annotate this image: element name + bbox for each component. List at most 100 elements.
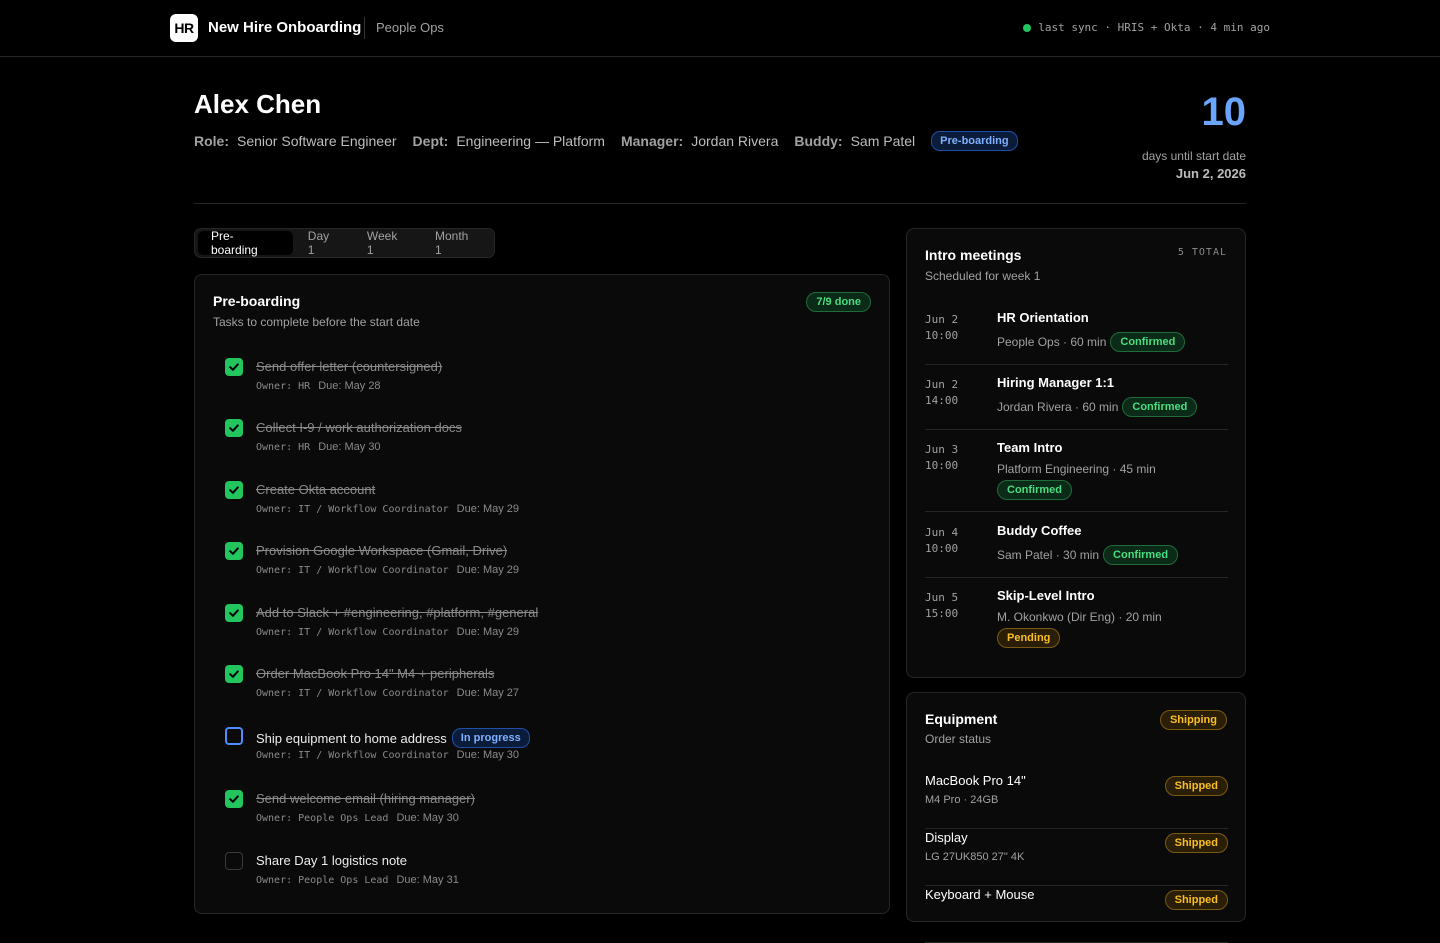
- meeting-when: Jun 2 10:00: [925, 312, 958, 344]
- equipment-item-status: Shipped: [1164, 890, 1228, 910]
- meeting-time: 15:00: [925, 607, 959, 620]
- task-checkbox[interactable]: [225, 419, 243, 437]
- task-due: Due: May 30: [456, 749, 520, 761]
- task-checkbox[interactable]: [225, 790, 243, 808]
- task-owner: Owner: HR: [256, 442, 311, 453]
- hire-status-badge: Pre-boarding: [931, 131, 1018, 151]
- meeting-row[interactable]: Jun 4 10:00 Buddy Coffee Sam Patel · 30 min…: [925, 523, 1228, 578]
- meeting-date: Jun 5: [925, 591, 959, 604]
- meeting-row[interactable]: Jun 3 10:00 Team Intro Confirmed Platform En…: [925, 440, 1228, 512]
- task-title: Create Okta account: [256, 482, 375, 497]
- task-card-title: Pre-boarding: [213, 293, 301, 309]
- task-due: Due: May 29: [456, 564, 520, 576]
- task-title-text: Ship equipment to home address: [256, 730, 447, 746]
- equipment-card: Equipment Order status Shipping MacBook …: [906, 692, 1246, 943]
- meeting-details: Sam Patel · 30 min: [997, 548, 1100, 562]
- phase-tabs: Pre-boarding Day 1 Week 1 Month 1: [194, 228, 495, 258]
- task-title-text: Add to Slack + #engineering, #platform, …: [256, 605, 539, 620]
- task-meta: Owner: IT / Workflow Coordinator Due: May…: [256, 503, 519, 515]
- equipment-row: MacBook Pro 14" M4 Pro · 24GB Shipped: [925, 773, 1228, 829]
- check-icon: [228, 422, 240, 434]
- check-icon: [228, 484, 240, 496]
- countdown-days: 10: [1201, 90, 1247, 134]
- start-date: Jun 2, 2026: [1175, 166, 1246, 181]
- meeting-details: People Ops · 60 min: [997, 335, 1107, 349]
- meeting-status-badge: Confirmed: [1122, 397, 1198, 417]
- task-checkbox[interactable]: [225, 358, 243, 376]
- task-row: Send offer letter (countersigned) Owner: …: [225, 357, 865, 401]
- app-logo[interactable]: HR: [170, 14, 198, 42]
- meetings-title: Intro meetings: [925, 247, 1022, 263]
- task-title-text: Share Day 1 logistics note: [256, 853, 408, 868]
- task-title-text: Collect I-9 / work authorization docs: [256, 420, 462, 435]
- meeting-details: Jordan Rivera · 60 min: [997, 400, 1119, 414]
- task-meta: Owner: HR Due: May 30: [256, 441, 381, 453]
- buddy-label: Buddy:: [794, 133, 843, 149]
- meeting-date: Jun 4: [925, 526, 959, 539]
- meeting-row[interactable]: Jun 2 10:00 HR Orientation People Ops · 60 …: [925, 310, 1228, 365]
- meeting-row[interactable]: Jun 2 14:00 Hiring Manager 1:1 Jordan River…: [925, 375, 1228, 430]
- meeting-status-badge: Pending: [997, 628, 1061, 648]
- task-title: Order MacBook Pro 14" M4 + peripherals: [256, 666, 494, 681]
- task-checkbox[interactable]: [225, 481, 243, 499]
- meetings-card: Intro meetings Scheduled for week 1 5 TO…: [906, 228, 1246, 678]
- meeting-date: Jun 3: [925, 443, 959, 456]
- meeting-details: M. Okonkwo (Dir Eng) · 20 min: [997, 610, 1162, 624]
- manager-value: Jordan Rivera: [691, 133, 779, 149]
- task-owner: Owner: IT / Workflow Coordinator: [256, 504, 449, 515]
- task-meta: Owner: IT / Workflow Coordinator Due: May…: [256, 687, 519, 699]
- task-title-text: Provision Google Workspace (Gmail, Drive…: [256, 543, 508, 558]
- sync-status: last sync · HRIS + Okta · 4 min ago: [1023, 21, 1270, 34]
- tab-month-1[interactable]: Month 1: [422, 229, 491, 257]
- task-checkbox[interactable]: [225, 604, 243, 622]
- meeting-info: M. Okonkwo (Dir Eng) · 20 min: [997, 610, 1162, 624]
- tab-pre-boarding[interactable]: Pre-boarding: [198, 229, 293, 257]
- meeting-status: Pending: [997, 628, 1061, 648]
- meeting-time: 10:00: [925, 329, 959, 342]
- task-checkbox[interactable]: [225, 665, 243, 683]
- meeting-date: Jun 2: [925, 313, 959, 326]
- task-title: Add to Slack + #engineering, #platform, …: [256, 605, 538, 620]
- task-checkbox[interactable]: [225, 727, 243, 745]
- top-bar: HR New Hire Onboarding People Ops last s…: [0, 0, 1440, 57]
- task-row: Provision Google Workspace (Gmail, Drive…: [225, 541, 865, 585]
- meeting-when: Jun 2 14:00: [925, 377, 958, 409]
- meetings-subtitle: Scheduled for week 1: [925, 269, 1041, 283]
- task-title-text: Create Okta account: [256, 482, 376, 497]
- meeting-when: Jun 4 10:00: [925, 525, 958, 557]
- check-icon: [228, 361, 240, 373]
- sync-status-text: last sync · HRIS + Okta · 4 min ago: [1038, 21, 1270, 34]
- meeting-when: Jun 3 10:00: [925, 442, 958, 474]
- task-checkbox[interactable]: [225, 542, 243, 560]
- task-checkbox[interactable]: [225, 852, 243, 870]
- equipment-subtitle: Order status: [925, 732, 992, 746]
- task-due: Due: May 30: [396, 812, 459, 824]
- app-section[interactable]: People Ops: [376, 20, 444, 35]
- task-title: Provision Google Workspace (Gmail, Drive…: [256, 543, 507, 558]
- task-meta: Owner: People Ops Lead Due: May 31: [256, 874, 459, 886]
- task-title: Share Day 1 logistics note: [256, 853, 407, 868]
- tab-week-1[interactable]: Week 1: [354, 229, 420, 257]
- equipment-spec: M4 Pro · 24GB: [925, 794, 999, 806]
- equipment-name: MacBook Pro 14": [925, 773, 1026, 788]
- task-owner: Owner: IT / Workflow Coordinator: [256, 565, 449, 576]
- equipment-title: Equipment: [925, 711, 998, 727]
- meeting-title: Buddy Coffee: [997, 523, 1082, 538]
- check-icon: [228, 545, 240, 557]
- hire-name: Alex Chen: [194, 89, 322, 119]
- equipment-item-status: Shipped: [1164, 833, 1228, 853]
- task-meta: Owner: IT / Workflow Coordinator Due: May…: [256, 564, 519, 576]
- task-meta: Owner: IT / Workflow Coordinator Due: May…: [256, 626, 519, 638]
- task-due: Due: May 28: [318, 380, 381, 392]
- task-title: Collect I-9 / work authorization docs: [256, 420, 462, 435]
- tab-day-1[interactable]: Day 1: [295, 229, 352, 257]
- task-row: Collect I-9 / work authorization docs Own…: [225, 418, 865, 462]
- task-progress-badge: 7/9 done: [806, 292, 871, 312]
- task-status-badge: In progress: [451, 728, 530, 748]
- task-title: Send offer letter (countersigned): [256, 359, 442, 374]
- meeting-when: Jun 5 15:00: [925, 590, 958, 622]
- header-divider: [194, 203, 1246, 204]
- meeting-row[interactable]: Jun 5 15:00 Skip-Level Intro Pending M. Okon…: [925, 588, 1228, 660]
- task-row: Ship equipment to home address In progres…: [225, 726, 865, 770]
- task-row: Create Okta account Owner: IT / Workflow …: [225, 480, 865, 524]
